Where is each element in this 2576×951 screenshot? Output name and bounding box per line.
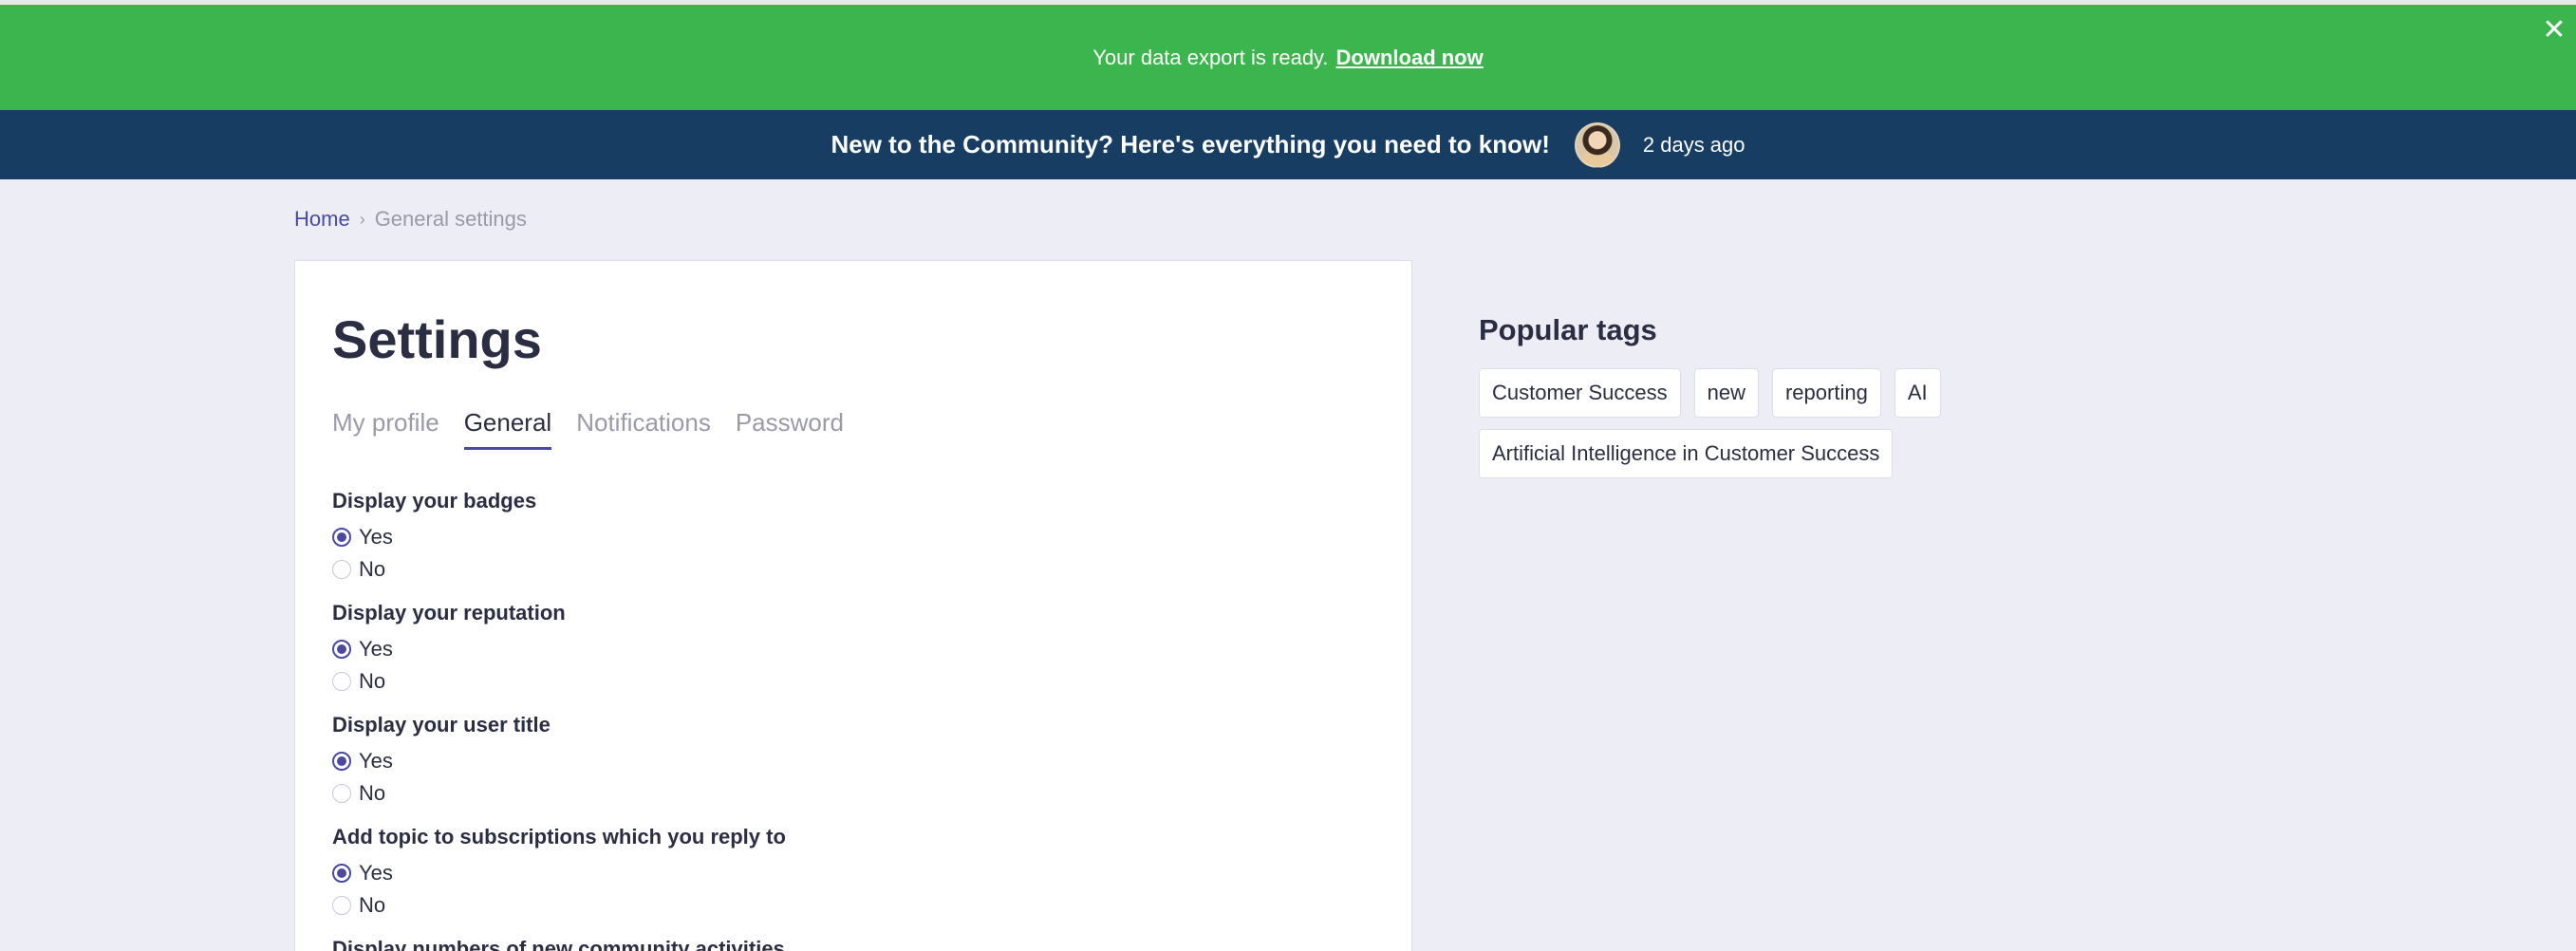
- tag-chip[interactable]: reporting: [1771, 368, 1881, 418]
- radio-option-no[interactable]: No: [332, 777, 786, 810]
- radio-option-yes[interactable]: Yes: [332, 745, 786, 777]
- radio-option-no[interactable]: No: [332, 665, 786, 698]
- avatar[interactable]: [1574, 121, 1620, 168]
- announcement-bar: New to the Community? Here's everything …: [0, 110, 2576, 179]
- popular-tags-title: Popular tags: [1479, 313, 1657, 346]
- setting-label: Display numbers of new community activit…: [332, 937, 785, 951]
- breadcrumb: Home › General settings: [294, 207, 527, 232]
- radio-option-yes[interactable]: Yes: [332, 521, 786, 553]
- breadcrumb-current: General settings: [374, 207, 527, 231]
- option-label: Yes: [359, 861, 393, 885]
- tab-notifications[interactable]: Notifications: [576, 408, 711, 450]
- close-icon[interactable]: ✕: [2538, 14, 2570, 47]
- radio-checked-icon[interactable]: [332, 864, 351, 883]
- setting-subscribe-on-reply: Add topic to subscriptions which you rep…: [332, 825, 786, 922]
- radio-checked-icon[interactable]: [332, 528, 351, 547]
- option-label: No: [359, 557, 386, 581]
- radio-unchecked-icon[interactable]: [332, 896, 351, 915]
- export-ready-banner: Your data export is ready. Download now …: [0, 5, 2576, 110]
- option-label: Yes: [359, 749, 393, 773]
- radio-checked-icon[interactable]: [332, 752, 351, 771]
- option-label: No: [359, 781, 386, 805]
- setting-display-activity-counts: Display numbers of new community activit…: [332, 937, 786, 951]
- tag-list: Customer Success new reporting AI Artifi…: [1479, 368, 1972, 490]
- breadcrumb-home-link[interactable]: Home: [294, 207, 350, 232]
- setting-label: Display your badges: [332, 489, 537, 513]
- popular-tags-panel: Popular tags Customer Success new report…: [1479, 313, 1972, 490]
- settings-list: Display your badges Yes No Display your …: [332, 489, 786, 951]
- tab-password[interactable]: Password: [736, 408, 844, 450]
- radio-option-no[interactable]: No: [332, 553, 786, 586]
- option-label: No: [359, 893, 386, 917]
- announcement-title[interactable]: New to the Community? Here's everything …: [831, 130, 1549, 159]
- tag-chip[interactable]: Artificial Intelligence in Customer Succ…: [1479, 429, 1894, 478]
- announcement-time: 2 days ago: [1642, 132, 1745, 157]
- setting-label: Display your reputation: [332, 601, 566, 625]
- radio-unchecked-icon[interactable]: [332, 672, 351, 691]
- download-now-link[interactable]: Download now: [1336, 46, 1484, 70]
- chevron-right-icon: ›: [359, 209, 365, 229]
- tag-chip[interactable]: Customer Success: [1479, 368, 1681, 418]
- setting-label: Display your user title: [332, 713, 551, 737]
- radio-option-yes[interactable]: Yes: [332, 633, 786, 665]
- setting-display-user-title: Display your user title Yes No: [332, 713, 786, 810]
- radio-unchecked-icon[interactable]: [332, 784, 351, 803]
- tag-chip[interactable]: AI: [1894, 368, 1941, 418]
- settings-card: Settings My profile General Notification…: [294, 260, 1412, 951]
- radio-unchecked-icon[interactable]: [332, 560, 351, 579]
- option-label: No: [359, 669, 386, 693]
- setting-display-reputation: Display your reputation Yes No: [332, 601, 786, 698]
- banner-message: Your data export is ready.: [1092, 45, 1329, 69]
- setting-display-badges: Display your badges Yes No: [332, 489, 786, 586]
- option-label: Yes: [359, 525, 393, 549]
- page-title: Settings: [332, 309, 542, 369]
- setting-label: Add topic to subscriptions which you rep…: [332, 825, 786, 848]
- settings-tabs: My profile General Notifications Passwor…: [332, 408, 868, 450]
- tab-general[interactable]: General: [463, 408, 552, 450]
- radio-option-no[interactable]: No: [332, 889, 786, 922]
- option-label: Yes: [359, 637, 393, 661]
- tab-my-profile[interactable]: My profile: [332, 408, 439, 450]
- tag-chip[interactable]: new: [1693, 368, 1759, 418]
- radio-option-yes[interactable]: Yes: [332, 857, 786, 889]
- radio-checked-icon[interactable]: [332, 640, 351, 659]
